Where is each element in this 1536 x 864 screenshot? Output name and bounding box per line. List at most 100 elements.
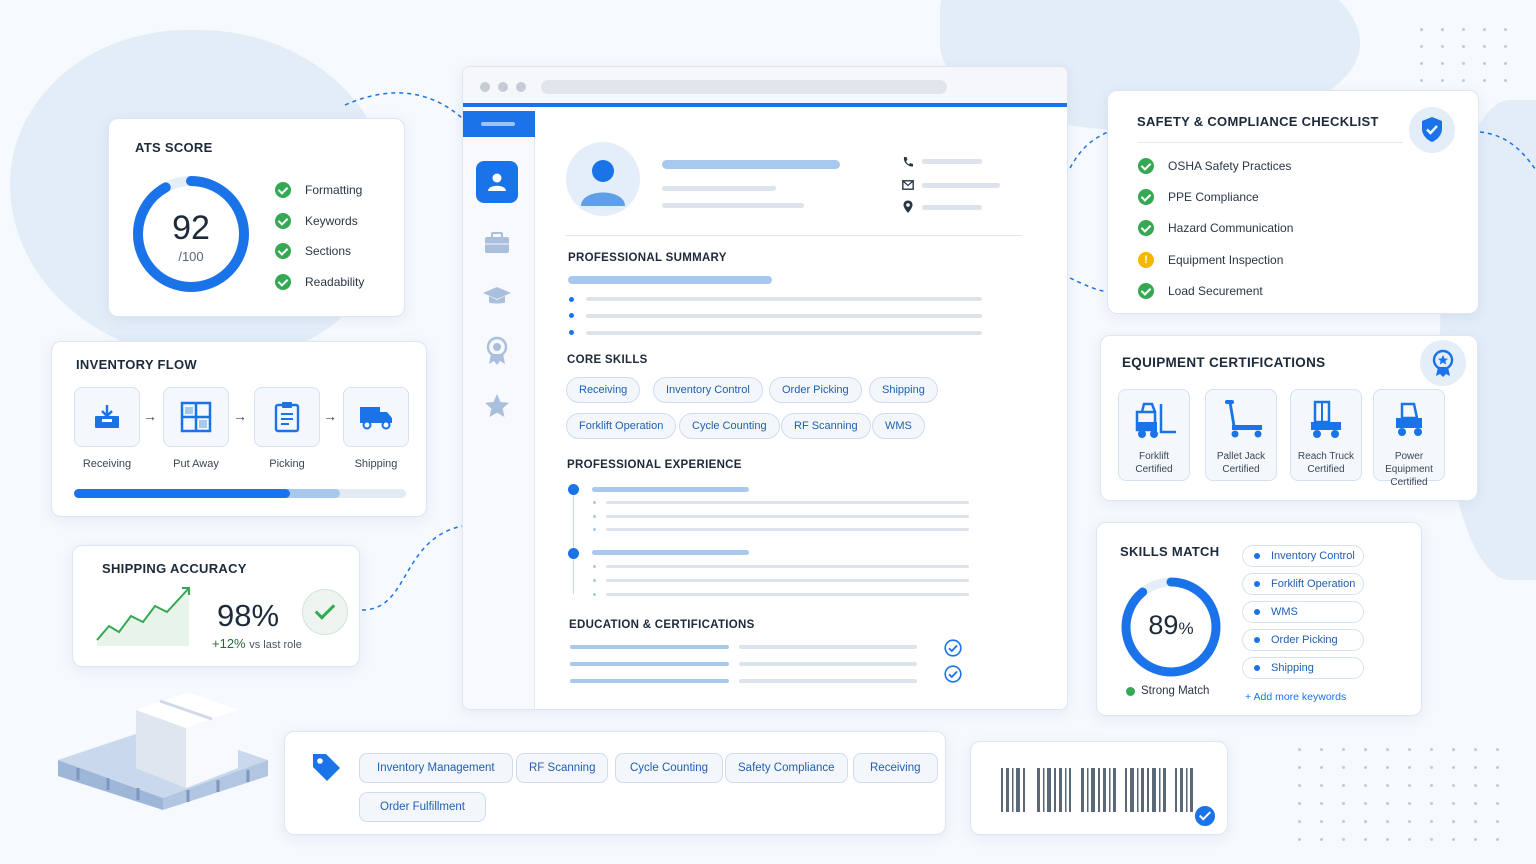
education-title: EDUCATION & CERTIFICATIONS	[569, 619, 755, 631]
barcode-card	[970, 741, 1228, 835]
placeholder-line	[586, 297, 982, 301]
address-bar[interactable]	[541, 80, 947, 94]
ats-score-card: ATS SCORE 92 /100 Formatting Keywords Se…	[108, 118, 405, 317]
briefcase-icon	[485, 232, 509, 253]
placeholder-line	[606, 515, 969, 518]
keyword-tag[interactable]: RF Scanning	[516, 753, 609, 783]
ats-score-value: 92	[172, 209, 210, 247]
power-equipment-cert-tile[interactable]: Power Equipment Certified	[1373, 389, 1445, 488]
matched-keyword[interactable]: Forklift Operation	[1242, 573, 1364, 595]
timeline-dot	[568, 548, 579, 559]
keyword-tag[interactable]: Receiving	[853, 753, 938, 783]
receiving-step-tile[interactable]	[74, 387, 140, 447]
sidebar-header-block	[463, 111, 535, 137]
placeholder-line	[739, 679, 917, 683]
check-icon	[275, 243, 291, 259]
safety-compliance-card: SAFETY & COMPLIANCE CHECKLIST OSHA Safet…	[1107, 90, 1479, 314]
graduation-cap-icon	[483, 287, 511, 304]
placeholder-line	[586, 314, 982, 318]
inventory-progress-track	[74, 489, 406, 498]
core-skill-chip[interactable]: Inventory Control	[653, 377, 763, 403]
ats-item: Sections	[275, 243, 351, 259]
bullet	[593, 579, 596, 582]
ats-item: Formatting	[275, 182, 362, 198]
bullet	[569, 297, 574, 302]
mail-icon	[902, 180, 914, 190]
matched-keyword[interactable]: Shipping	[1242, 657, 1364, 679]
placeholder-line	[586, 331, 982, 335]
skills-match-value: 89%	[1148, 610, 1194, 640]
bullet	[569, 313, 574, 318]
timeline-dot	[568, 484, 579, 495]
arrow-right-icon: →	[233, 408, 247, 424]
inventory-progress-fill	[74, 489, 290, 498]
sidebar-item-experience[interactable]	[476, 222, 518, 264]
inventory-flow-card: INVENTORY FLOW → → → Receiving Put Away …	[51, 341, 427, 517]
core-skill-chip[interactable]: RF Scanning	[781, 413, 871, 439]
safety-item: OSHA Safety Practices	[1138, 158, 1291, 174]
add-keywords-link[interactable]: + Add more keywords	[1245, 691, 1346, 703]
avatar	[566, 142, 640, 216]
window-dot	[498, 82, 508, 92]
degree-line	[570, 662, 729, 666]
bullet	[593, 515, 596, 518]
step-label: Picking	[269, 458, 305, 470]
sidebar-item-education[interactable]	[476, 275, 518, 317]
placeholder-line	[606, 501, 969, 504]
phone-icon	[903, 157, 913, 167]
browser-titlebar	[463, 67, 1067, 107]
ats-item: Keywords	[275, 213, 358, 229]
professional-summary-title: PROFESSIONAL SUMMARY	[568, 252, 727, 264]
sidebar-item-certifications[interactable]	[476, 330, 518, 372]
picking-step-tile[interactable]	[254, 387, 320, 447]
core-skill-chip[interactable]: Receiving	[566, 377, 641, 403]
keyword-tag[interactable]: Inventory Management	[359, 753, 513, 783]
inventory-flow-title: INVENTORY FLOW	[76, 357, 197, 372]
role-title-line	[592, 487, 749, 492]
core-skill-chip[interactable]: Forklift Operation	[566, 413, 677, 439]
keyword-tag[interactable]: Order Fulfillment	[359, 792, 486, 822]
equipment-certifications-card: EQUIPMENT CERTIFICATIONS Forklift Certifi…	[1100, 335, 1478, 501]
degree-line	[570, 645, 729, 649]
keyword-tag[interactable]: Safety Compliance	[725, 753, 848, 783]
equipment-certifications-title: EQUIPMENT CERTIFICATIONS	[1122, 355, 1326, 370]
truck-icon	[360, 407, 392, 430]
safety-item: ! Equipment Inspection	[1138, 252, 1283, 268]
degree-line	[570, 679, 729, 683]
barcode-icon	[1001, 768, 1193, 812]
core-skill-chip[interactable]: Shipping	[869, 377, 938, 403]
placeholder-location	[922, 205, 982, 210]
shipping-accuracy-title: SHIPPING ACCURACY	[102, 561, 247, 576]
placeholder-email	[922, 183, 1000, 188]
pallet-box-illustration	[58, 692, 268, 810]
shipping-accuracy-card: SHIPPING ACCURACY 98% +12% vs last role	[72, 545, 360, 667]
window-dot	[480, 82, 490, 92]
keyword-tag[interactable]: Cycle Counting	[615, 753, 723, 783]
barcode-verified-icon	[1193, 804, 1217, 828]
core-skill-chip[interactable]: Order Picking	[769, 377, 862, 403]
shipping-accuracy-delta: +12% vs last role	[212, 636, 302, 651]
core-skill-chip[interactable]: WMS	[872, 413, 925, 439]
core-skill-chip[interactable]: Cycle Counting	[679, 413, 780, 439]
sidebar-item-favorites[interactable]	[476, 385, 518, 427]
bullet	[593, 593, 596, 596]
forklift-cert-tile[interactable]: Forklift Certified	[1118, 389, 1190, 481]
matched-keyword[interactable]: WMS	[1242, 601, 1364, 623]
matched-keyword[interactable]: Inventory Control	[1242, 545, 1364, 567]
warning-icon: !	[1138, 252, 1154, 268]
title-divider	[1137, 142, 1403, 143]
put-away-step-tile[interactable]	[163, 387, 229, 447]
reach-truck-cert-tile[interactable]: Reach Truck Certified	[1290, 389, 1362, 481]
placeholder-line	[739, 645, 917, 649]
user-icon	[488, 173, 506, 191]
award-badge-icon	[1420, 340, 1466, 386]
pallet-jack-cert-tile[interactable]: Pallet Jack Certified	[1205, 389, 1277, 481]
matched-keyword[interactable]: Order Picking	[1242, 629, 1364, 651]
sidebar-item-profile[interactable]	[476, 161, 518, 203]
ats-score-title: ATS SCORE	[135, 140, 213, 155]
check-icon	[1138, 189, 1154, 205]
star-icon	[485, 394, 509, 417]
professional-experience-title: PROFESSIONAL EXPERIENCE	[567, 459, 742, 471]
shipping-step-tile[interactable]	[343, 387, 409, 447]
placeholder-name	[662, 160, 840, 169]
